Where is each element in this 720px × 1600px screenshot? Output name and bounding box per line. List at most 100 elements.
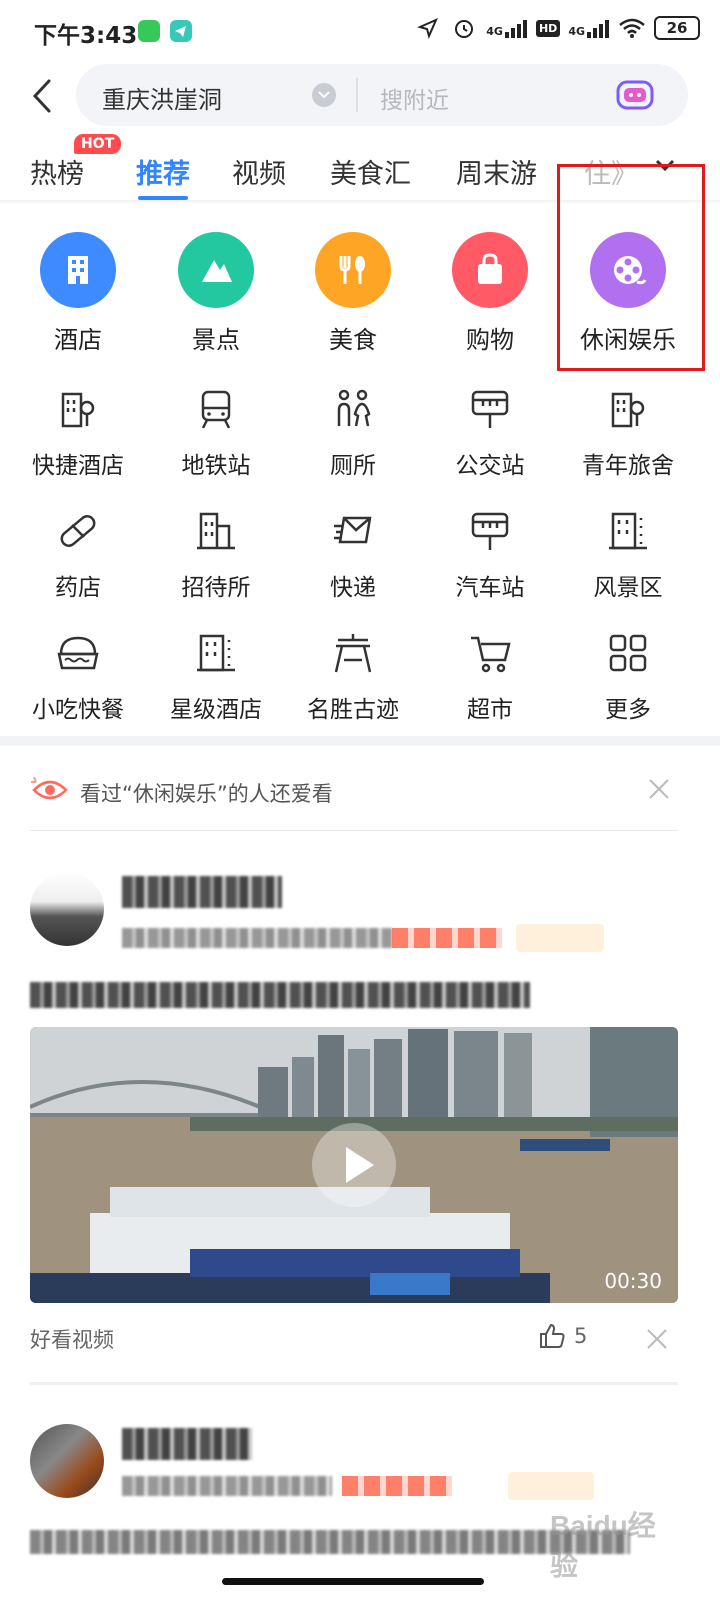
building-pin-icon (611, 392, 645, 428)
category-label: 购物 (466, 326, 514, 354)
grid-label: 地铁站 (181, 453, 251, 479)
grid-label: 厕所 (330, 453, 376, 479)
search-box[interactable]: 重庆洪崖洞 搜附近 (76, 64, 688, 126)
grid-item-guesthouse[interactable]: 招待所 (147, 508, 285, 602)
play-button[interactable] (312, 1123, 396, 1207)
voice-assistant-icon[interactable] (616, 80, 654, 110)
city-selector[interactable]: 重庆洪崖洞 (102, 80, 222, 115)
search-input[interactable]: 搜附近 (380, 81, 449, 115)
grid-item-hostel[interactable]: 青年旅舍 (559, 386, 697, 480)
snack-icon (57, 636, 99, 670)
divider (30, 1382, 678, 1385)
grid-label: 小吃快餐 (32, 697, 124, 723)
category-shopping[interactable]: 购物 (421, 230, 559, 355)
category-label: 酒店 (54, 326, 102, 354)
top-bar: 重庆洪崖洞 搜附近 (0, 62, 720, 132)
status-bar: 下午3:43 4G HD 4G 26 (0, 0, 720, 62)
toilet-icon (337, 389, 371, 427)
video-thumbnail[interactable]: 00:30 (30, 1027, 678, 1303)
back-button[interactable] (22, 74, 62, 118)
home-indicator[interactable] (222, 1578, 484, 1585)
network-type-label-2: 4G (568, 25, 585, 38)
divider (30, 830, 678, 831)
grid-item-supermarket[interactable]: 超市 (421, 630, 559, 724)
grid-item-express-hotel[interactable]: 快捷酒店 (9, 386, 147, 480)
battery-icon: 26 (654, 16, 700, 40)
app-notification-icon (138, 20, 160, 42)
tab-food[interactable]: 美食汇 (330, 152, 411, 191)
search-divider (356, 78, 358, 112)
grid-label: 超市 (467, 697, 513, 723)
building-pin-icon (61, 392, 95, 428)
like-button[interactable]: 5 (538, 1322, 587, 1350)
grid-label: 汽车站 (455, 575, 525, 601)
grid-item-more[interactable]: 更多 (559, 630, 697, 724)
grid-label: 青年旅舍 (582, 453, 674, 479)
grid-item-courier[interactable]: 快递 (284, 508, 422, 602)
avatar[interactable] (30, 1424, 104, 1498)
rating-stars (392, 928, 502, 948)
post-title-blurred (122, 876, 282, 908)
star-hotel-icon (197, 634, 235, 672)
grid-item-bus-stop[interactable]: 公交站 (421, 386, 559, 480)
section-separator (0, 736, 720, 746)
tab-video[interactable]: 视频 (232, 152, 286, 191)
close-icon[interactable] (646, 776, 672, 802)
close-icon[interactable] (644, 1326, 670, 1352)
post-desc-blurred (30, 982, 530, 1008)
like-count: 5 (574, 1324, 588, 1348)
grid-more-icon (609, 634, 647, 672)
video-source[interactable]: 好看视频 (30, 1324, 114, 1354)
mountain-icon (178, 232, 254, 308)
grid-item-star-hotel[interactable]: 星级酒店 (147, 630, 285, 724)
telegram-notification-icon (170, 20, 192, 42)
grid-label: 快捷酒店 (32, 453, 124, 479)
highlight-box (557, 164, 705, 371)
chevron-down-icon[interactable] (312, 83, 336, 107)
category-scenic[interactable]: 景点 (147, 230, 285, 355)
scenic-building-icon (609, 512, 647, 550)
thumbs-up-icon (540, 1323, 565, 1348)
tag-badge-blurred (508, 1472, 594, 1500)
post-card-1[interactable] (30, 872, 678, 1012)
eye-icon (31, 776, 68, 800)
grid-item-subway[interactable]: 地铁站 (147, 386, 285, 480)
post-title-blurred (122, 1428, 252, 1460)
video-duration: 00:30 (604, 1269, 662, 1293)
shopping-bag-icon (452, 232, 528, 308)
landmark-icon (334, 634, 372, 673)
tab-hot[interactable]: 热榜 (30, 152, 84, 191)
category-hotel[interactable]: 酒店 (9, 230, 147, 355)
avatar[interactable] (30, 872, 104, 946)
recommend-text: 看过“休闲娱乐”的人还爱看 (80, 782, 333, 806)
food-icon (315, 232, 391, 308)
bus-stop-icon (471, 390, 509, 428)
hotel-icon (40, 232, 116, 308)
pill-icon (60, 515, 96, 547)
post-footer: 好看视频 5 (30, 1322, 678, 1358)
grid-label: 星级酒店 (170, 697, 262, 723)
grid-label: 名胜古迹 (307, 697, 399, 723)
grid-item-historic-site[interactable]: 名胜古迹 (284, 630, 422, 724)
grid-label: 风景区 (593, 575, 663, 601)
post-desc-blurred (30, 1530, 630, 1554)
post-meta-blurred (122, 1476, 332, 1496)
grid-item-toilet[interactable]: 厕所 (284, 386, 422, 480)
signal-icon-1: 4G (486, 18, 528, 38)
building-icon (197, 512, 235, 550)
status-time: 下午3:43 (34, 23, 138, 49)
location-icon (414, 14, 442, 42)
grid-item-bus-station[interactable]: 汽车站 (421, 508, 559, 602)
hot-badge: HOT (74, 134, 122, 154)
grid-item-pharmacy[interactable]: 药店 (9, 508, 147, 602)
tab-recommend[interactable]: 推荐 (136, 152, 190, 200)
wifi-icon (618, 14, 646, 42)
alarm-icon (450, 14, 478, 42)
category-label: 景点 (192, 326, 240, 354)
grid-item-scenic-area[interactable]: 风景区 (559, 508, 697, 602)
grid-label: 更多 (605, 697, 651, 723)
tab-weekend[interactable]: 周末游 (456, 152, 537, 191)
post-card-2[interactable]: Baidu经验 (30, 1424, 678, 1581)
category-food[interactable]: 美食 (284, 230, 422, 355)
grid-item-snack[interactable]: 小吃快餐 (9, 630, 147, 724)
